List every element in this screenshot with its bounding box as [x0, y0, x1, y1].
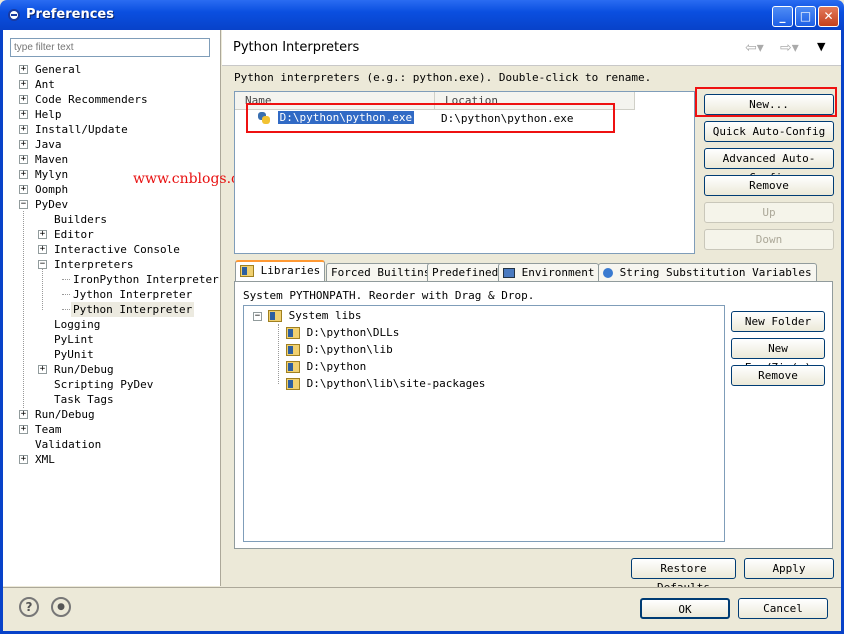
expand-icon[interactable]: +: [19, 110, 28, 119]
record-icon[interactable]: ●: [51, 597, 71, 617]
minimize-button[interactable]: _: [772, 6, 793, 27]
highlight-box: [695, 87, 837, 117]
collapse-icon[interactable]: −: [19, 200, 28, 209]
ok-button[interactable]: OK: [640, 598, 730, 619]
close-button[interactable]: ✕: [818, 6, 839, 27]
tab-forced-builtins[interactable]: Forced Builtins: [326, 263, 436, 283]
environment-icon: [503, 268, 515, 278]
expand-icon[interactable]: +: [38, 245, 47, 254]
system-libs-tree[interactable]: − System libs D:\python\DLLs D:\python\l…: [243, 305, 725, 542]
jar-icon: [286, 361, 300, 373]
tab-string-substitution[interactable]: String Substitution Variables: [598, 263, 817, 283]
up-button[interactable]: Up: [704, 202, 834, 223]
expand-icon[interactable]: +: [19, 95, 28, 104]
help-icon[interactable]: ?: [19, 597, 39, 617]
quick-auto-config-button[interactable]: Quick Auto-Config: [704, 121, 834, 142]
tab-libraries[interactable]: Libraries: [235, 260, 326, 282]
expand-icon[interactable]: +: [19, 65, 28, 74]
new-egg-zip-button[interactable]: New Egg/Zip(s): [731, 338, 825, 374]
cancel-button[interactable]: Cancel: [738, 598, 828, 619]
tab-predefined[interactable]: Predefined: [427, 263, 504, 283]
expand-icon[interactable]: +: [38, 365, 47, 374]
variables-icon: [603, 268, 613, 278]
highlight-box: [246, 103, 615, 133]
filter-input[interactable]: [10, 38, 210, 57]
tree-connector: [42, 268, 43, 310]
collapse-icon[interactable]: −: [253, 312, 262, 321]
expand-icon[interactable]: +: [38, 230, 47, 239]
new-folder-button[interactable]: New Folder: [731, 311, 825, 332]
restore-defaults-button[interactable]: Restore Defaults: [631, 558, 736, 594]
tree-item-lib-path[interactable]: D:\python\lib\site-packages: [286, 377, 485, 390]
library-icon: [268, 310, 282, 322]
tree-item-lib-path[interactable]: D:\python\DLLs: [286, 326, 399, 339]
expand-icon[interactable]: +: [19, 170, 28, 179]
expand-icon[interactable]: +: [19, 425, 28, 434]
library-icon: [240, 265, 254, 277]
title-bar[interactable]: Preferences _ □ ✕: [0, 0, 844, 30]
tree-connector: [62, 309, 70, 310]
tree-item-system-libs[interactable]: System libs: [268, 309, 361, 322]
tree-item-lib-path[interactable]: D:\python\lib: [286, 343, 393, 356]
down-button[interactable]: Down: [704, 229, 834, 250]
expand-icon[interactable]: +: [19, 185, 28, 194]
jar-icon: [286, 344, 300, 356]
tree-item-lib-path[interactable]: D:\python: [286, 360, 366, 373]
expand-icon[interactable]: +: [19, 455, 28, 464]
jar-icon: [286, 378, 300, 390]
remove-interpreter-button[interactable]: Remove: [704, 175, 834, 196]
page-title: Python Interpreters: [233, 40, 360, 55]
tree-connector: [62, 294, 70, 295]
back-arrow-icon[interactable]: ⇦▾: [745, 40, 764, 56]
eclipse-icon: [8, 9, 20, 21]
expand-icon[interactable]: +: [19, 80, 28, 89]
tree-connector: [278, 324, 279, 384]
libraries-description: System PYTHONPATH. Reorder with Drag & D…: [243, 289, 535, 302]
expand-icon[interactable]: +: [19, 140, 28, 149]
maximize-button[interactable]: □: [795, 6, 816, 27]
forward-arrow-icon[interactable]: ⇨▾: [780, 40, 799, 56]
expand-icon[interactable]: +: [19, 410, 28, 419]
window-title: Preferences: [26, 7, 114, 22]
view-menu-icon[interactable]: ▼: [817, 40, 825, 53]
advanced-auto-config-button[interactable]: Advanced Auto-Config: [704, 148, 834, 184]
expand-icon[interactable]: +: [19, 125, 28, 134]
tab-environment[interactable]: Environment: [498, 263, 600, 283]
apply-button[interactable]: Apply: [744, 558, 834, 579]
jar-icon: [286, 327, 300, 339]
tree-connector: [23, 211, 24, 408]
page-description: Python interpreters (e.g.: python.exe). …: [234, 71, 652, 84]
tree-connector: [62, 279, 70, 280]
expand-icon[interactable]: +: [19, 155, 28, 164]
remove-library-button[interactable]: Remove: [731, 365, 825, 386]
